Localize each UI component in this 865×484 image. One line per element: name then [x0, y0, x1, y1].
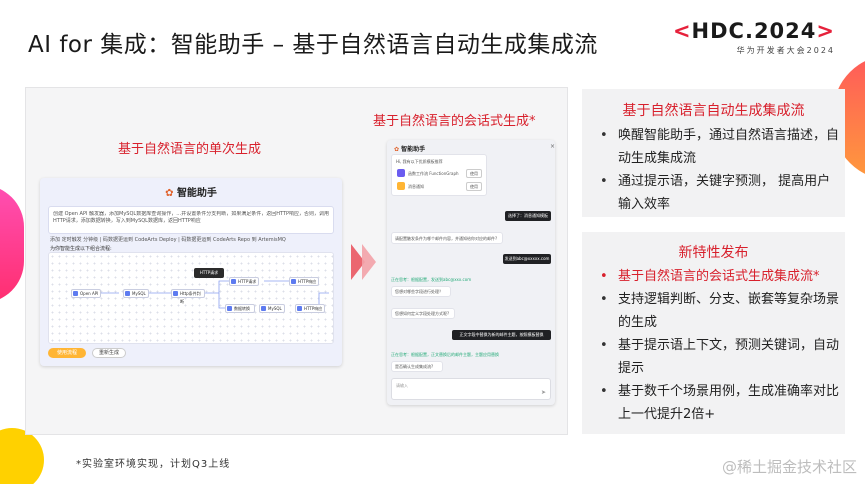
footnote: *实验室环境实现，计划Q3上线 [76, 459, 231, 470]
feature-bullet: 基于提示语上下文，预测关键词，自动提示 [594, 334, 839, 380]
use-flow-button[interactable]: 使用流程 [48, 348, 86, 358]
flow-node[interactable]: HTTP响应 [295, 304, 325, 313]
feature-bullet: 唤醒智能助手，通过自然语言描述，自动生成集成流 [594, 124, 839, 170]
request-box: 创建 Open API 触发器，添加MySQL数据库查询操作，…并设置条件分支判… [48, 206, 334, 234]
send-icon[interactable]: ➤ [541, 389, 546, 396]
user-message: 正文字段中替换为新的邮件主题，按照模板替换 [452, 330, 551, 340]
template-name: 函数工作流 FunctionGraph [408, 171, 459, 176]
assistant-header: ✿ 智能助手 [40, 184, 342, 199]
thinking-status: 正在思考：根据配置，正文替换后的邮件主题，主题应用替换 [391, 352, 499, 357]
user-message: 选择了：消息通知模板 [505, 211, 551, 221]
use-template-button[interactable]: 使用 [466, 182, 482, 191]
hdc-logo: <HDC.2024> [673, 19, 835, 43]
hdc-brand: <HDC.2024> 华为开发者大会2024 [673, 19, 835, 56]
assistant-message: 是否确认生成集成流? [391, 361, 443, 372]
use-template-button[interactable]: 使用 [466, 169, 482, 178]
functiongraph-icon [397, 169, 405, 177]
close-icon[interactable]: × [550, 143, 555, 150]
chat-input-placeholder: 请输入 [396, 383, 408, 388]
hdc-subtitle: 华为开发者大会2024 [736, 46, 835, 55]
flow-node[interactable]: 数据转换 [225, 304, 255, 313]
decorative-pink-shape [0, 185, 24, 303]
feature-list: 唤醒智能助手，通过自然语言描述，自动生成集成流 通过提示语，关键字预测， 提高用… [594, 124, 839, 216]
hdc-logo-text: HDC.2024 [691, 19, 817, 43]
chevron-left-icon: < [672, 19, 692, 43]
chevron-right-icon: > [816, 19, 835, 43]
flow-node[interactable]: Open API [71, 289, 101, 298]
feature-panel-title: 基于自然语言自动生成集成流 [622, 103, 805, 119]
template-name: 消息通知 [408, 184, 424, 189]
single-generation-label: 基于自然语言的单次生成 [118, 142, 262, 157]
flow-node[interactable]: Http条件判断 [171, 289, 205, 304]
links-line: 添加 定时触发 分钟级 | 码数据更运到 CodeArts Deploy | 码… [50, 237, 286, 243]
notification-icon [397, 182, 405, 190]
feature-bullet: 支持逻辑判断、分支、嵌套等复杂场景的生成 [594, 288, 839, 334]
arrow-right-icon [362, 244, 376, 280]
single-generation-screenshot: ✿ 智能助手 创建 Open API 触发器，添加MySQL数据库查询操作，…并… [40, 178, 342, 366]
watermark: @稀土掘金技术社区 [721, 458, 857, 476]
assistant-title: 智能助手 [176, 188, 217, 199]
feature-bullet-highlight: 基于自然语言的会话式生成集成流* [594, 265, 839, 288]
decorative-yellow-shape [0, 428, 44, 484]
feature-panel: 基于自然语言自动生成集成流 唤醒智能助手，通过自然语言描述，自动生成集成流 通过… [582, 89, 845, 217]
flow-node[interactable]: HTTP响应 [289, 277, 319, 286]
node-tooltip: HTTP请求 [194, 268, 224, 278]
new-feature-panel: 新特性发布 基于自然语言的会话式生成集成流* 支持逻辑判断、分支、嵌套等复杂场景… [582, 232, 845, 434]
template-hint: Hi, 我有以下优质模板推荐 [396, 159, 443, 164]
user-message: 发送到abc@xxxxx.com [503, 254, 551, 264]
feature-bullet: 基于数千个场景用例，生成准确率对比上一代提升2倍+ [594, 380, 839, 426]
feature-bullet: 通过提示语，关键字预测， 提高用户输入效率 [594, 170, 839, 216]
flow-canvas[interactable]: Open API MySQL Http条件判断 HTTP请求 HTTP响应 数据… [48, 252, 334, 344]
chat-header: ✿ 智能助手 [394, 144, 425, 153]
thinking-status: 正在思考：根据配置，发送到abc@xxx.com [391, 277, 472, 282]
assistant-message: 请配置触发条件为哪个邮件内容，并通知给你对应的邮件? [391, 232, 503, 244]
template-card: Hi, 我有以下优质模板推荐 函数工作流 FunctionGraph 使用 消息… [391, 154, 487, 196]
assistant-message: 您想如何定义字段处理方式呢? [391, 308, 455, 319]
flow-connectors [89, 280, 329, 309]
flow-node[interactable]: MySQL [259, 304, 285, 313]
new-feature-title: 新特性发布 [678, 245, 749, 261]
conversational-generation-label: 基于自然语言的会话式生成* [373, 114, 536, 129]
chat-input[interactable]: 请输入 ➤ [391, 378, 551, 400]
request-text: 创建 Open API 触发器，添加MySQL数据库查询操作，…并设置条件分支判… [53, 211, 330, 224]
flow-node[interactable]: HTTP请求 [229, 277, 259, 286]
slide: AI for 集成：智能助手 – 基于自然语言自动生成集成流 <HDC.2024… [0, 0, 865, 484]
chat-title: 智能助手 [401, 146, 426, 153]
assistant-message: 您想对哪些字段进行处理？ [391, 286, 451, 297]
slide-title: AI for 集成：智能助手 – 基于自然语言自动生成集成流 [28, 32, 598, 58]
new-feature-list: 基于自然语言的会话式生成集成流* 支持逻辑判断、分支、嵌套等复杂场景的生成 基于… [594, 265, 839, 426]
assistant-icon: ✿ [165, 188, 177, 199]
flow-node[interactable]: MySQL [123, 289, 149, 298]
regenerate-button[interactable]: 重新生成 [92, 348, 126, 358]
